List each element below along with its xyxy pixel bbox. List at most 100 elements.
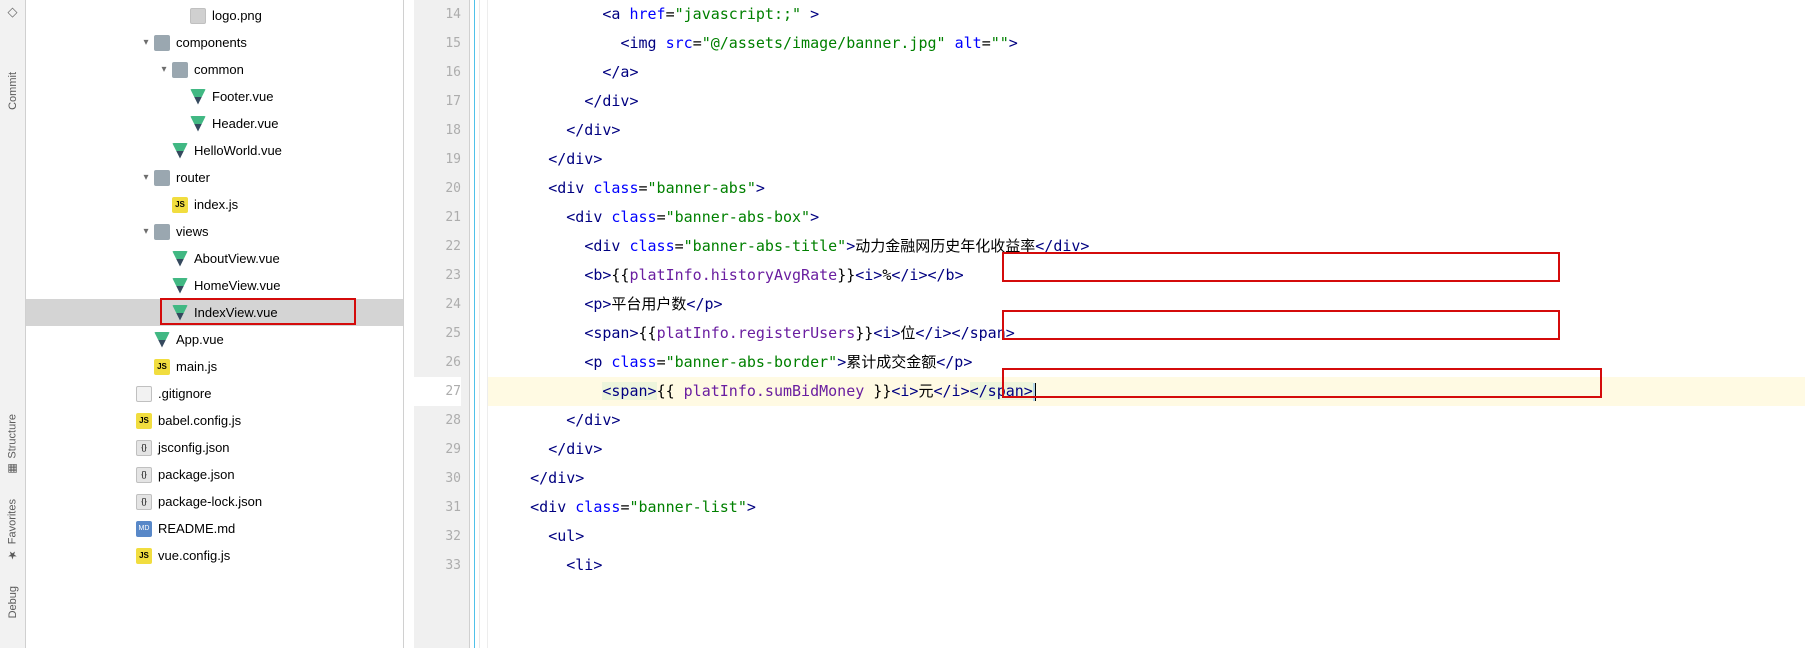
code-line[interactable]: <div class="banner-abs-title">动力金融网历史年化收… [488, 232, 1805, 261]
code-line[interactable]: <ul> [488, 522, 1805, 551]
code-line[interactable]: <li> [488, 551, 1805, 580]
tree-item-indexview-vue[interactable]: ▸IndexView.vue [26, 299, 403, 326]
tree-item-vue-config-js[interactable]: ▸JSvue.config.js [26, 542, 403, 569]
tree-item-logo-png[interactable]: ▸logo.png [26, 2, 403, 29]
code-text-area[interactable]: <a href="javascript:;" > <img src="@/ass… [488, 0, 1805, 648]
tree-item-header-vue[interactable]: ▸Header.vue [26, 110, 403, 137]
code-line[interactable]: </div> [488, 116, 1805, 145]
tree-item-components[interactable]: ▾ components [26, 29, 403, 56]
project-file-tree[interactable]: ▸logo.png▾components▾common▸Footer.vue▸H… [26, 0, 404, 648]
tree-item-views[interactable]: ▾views [26, 218, 403, 245]
tree-item-babel-config-js[interactable]: ▸JSbabel.config.js [26, 407, 403, 434]
tree-item-label: common [194, 62, 244, 77]
folder-file-icon [154, 170, 170, 186]
tree-item-label: logo.png [212, 8, 262, 23]
tree-item--gitignore[interactable]: ▸.gitignore [26, 380, 403, 407]
vue-file-icon [172, 143, 188, 159]
tree-item-common[interactable]: ▾ common [26, 56, 403, 83]
tree-item-app-vue[interactable]: ▸App.vue [26, 326, 403, 353]
panel-divider[interactable] [404, 0, 414, 648]
text-caret [1035, 383, 1036, 401]
code-line[interactable]: </div> [488, 406, 1805, 435]
line-number[interactable]: 15 [414, 29, 461, 58]
tree-item-label: components [176, 35, 247, 50]
vue-file-icon [172, 305, 188, 321]
rail-commit[interactable]: Commit [7, 70, 19, 112]
tree-item-label: Footer.vue [212, 89, 273, 104]
tree-item-label: jsconfig.json [158, 440, 230, 455]
tree-item-homeview-vue[interactable]: ▸HomeView.vue [26, 272, 403, 299]
tree-item-readme-md[interactable]: ▸MDREADME.md [26, 515, 403, 542]
code-line[interactable]: <p class="banner-abs-border">累计成交金额</p> [488, 348, 1805, 377]
js-file-icon: JS [136, 413, 152, 429]
line-number[interactable]: 21 [414, 203, 461, 232]
tree-item-label: index.js [194, 197, 238, 212]
tree-item-label: .gitignore [158, 386, 211, 401]
chevron-down-icon[interactable]: ▾ [140, 226, 152, 237]
chevron-down-icon[interactable]: ▾ [158, 64, 170, 75]
code-line[interactable]: </a> [488, 58, 1805, 87]
tree-item-jsconfig-json[interactable]: ▸{}jsconfig.json [26, 434, 403, 461]
tree-item-label: README.md [158, 521, 235, 536]
line-number[interactable]: 24 [414, 290, 461, 319]
line-number[interactable]: 32 [414, 522, 461, 551]
tree-item-aboutview-vue[interactable]: ▸AboutView.vue [26, 245, 403, 272]
code-line[interactable]: <div class="banner-abs-box"> [488, 203, 1805, 232]
rail-favorites[interactable]: ★Favorites [6, 497, 19, 563]
tree-item-footer-vue[interactable]: ▸Footer.vue [26, 83, 403, 110]
line-number[interactable]: 27 [414, 377, 461, 406]
line-number[interactable]: 33 [414, 551, 461, 580]
line-number[interactable]: 25 [414, 319, 461, 348]
js-file-icon: JS [172, 197, 188, 213]
line-number[interactable]: 23 [414, 261, 461, 290]
code-line[interactable]: </div> [488, 87, 1805, 116]
tree-item-index-js[interactable]: ▸JSindex.js [26, 191, 403, 218]
chevron-down-icon[interactable]: ▾ [140, 37, 152, 48]
code-line[interactable]: <div class="banner-list"> [488, 493, 1805, 522]
rail-debug[interactable]: Debug [7, 584, 19, 620]
tree-item-label: main.js [176, 359, 217, 374]
code-line[interactable]: <p>平台用户数</p> [488, 290, 1805, 319]
code-line[interactable]: </div> [488, 435, 1805, 464]
code-line[interactable]: <b>{{platInfo.historyAvgRate}}<i>%</i></… [488, 261, 1805, 290]
line-number[interactable]: 20 [414, 174, 461, 203]
tree-item-helloworld-vue[interactable]: ▸HelloWorld.vue [26, 137, 403, 164]
folder-file-icon [172, 62, 188, 78]
code-line[interactable]: </div> [488, 145, 1805, 174]
tree-item-label: App.vue [176, 332, 224, 347]
tree-item-label: HelloWorld.vue [194, 143, 282, 158]
line-number[interactable]: 22 [414, 232, 461, 261]
folder-file-icon [154, 35, 170, 51]
git-file-icon [136, 386, 152, 402]
commit-icon[interactable]: ◇ [5, 4, 21, 20]
tree-item-label: router [176, 170, 210, 185]
line-number-gutter[interactable]: 1415161718192021222324252627282930313233 [414, 0, 470, 648]
line-number[interactable]: 19 [414, 145, 461, 174]
line-number[interactable]: 16 [414, 58, 461, 87]
tree-item-router[interactable]: ▾ router [26, 164, 403, 191]
line-number[interactable]: 28 [414, 406, 461, 435]
line-number[interactable]: 26 [414, 348, 461, 377]
tree-item-package-lock-json[interactable]: ▸{}package-lock.json [26, 488, 403, 515]
tree-item-label: HomeView.vue [194, 278, 280, 293]
png-file-icon [190, 8, 206, 24]
chevron-down-icon[interactable]: ▾ [140, 172, 152, 183]
code-line[interactable]: </div> [488, 464, 1805, 493]
line-number[interactable]: 30 [414, 464, 461, 493]
code-line[interactable]: <span>{{platInfo.registerUsers}}<i>位</i>… [488, 319, 1805, 348]
rail-structure[interactable]: ▦Structure [6, 412, 19, 478]
line-number[interactable]: 29 [414, 435, 461, 464]
tree-item-main-js[interactable]: ▸JSmain.js [26, 353, 403, 380]
line-number[interactable]: 14 [414, 0, 461, 29]
code-line[interactable]: <div class="banner-abs"> [488, 174, 1805, 203]
line-number[interactable]: 17 [414, 87, 461, 116]
fold-gutter[interactable] [470, 0, 488, 648]
tree-item-label: AboutView.vue [194, 251, 280, 266]
code-line[interactable]: <img src="@/assets/image/banner.jpg" alt… [488, 29, 1805, 58]
line-number[interactable]: 18 [414, 116, 461, 145]
tree-item-label: babel.config.js [158, 413, 241, 428]
tree-item-package-json[interactable]: ▸{}package.json [26, 461, 403, 488]
code-line[interactable]: <span>{{ platInfo.sumBidMoney }}<i>元</i>… [488, 377, 1805, 406]
line-number[interactable]: 31 [414, 493, 461, 522]
code-line[interactable]: <a href="javascript:;" > [488, 0, 1805, 29]
